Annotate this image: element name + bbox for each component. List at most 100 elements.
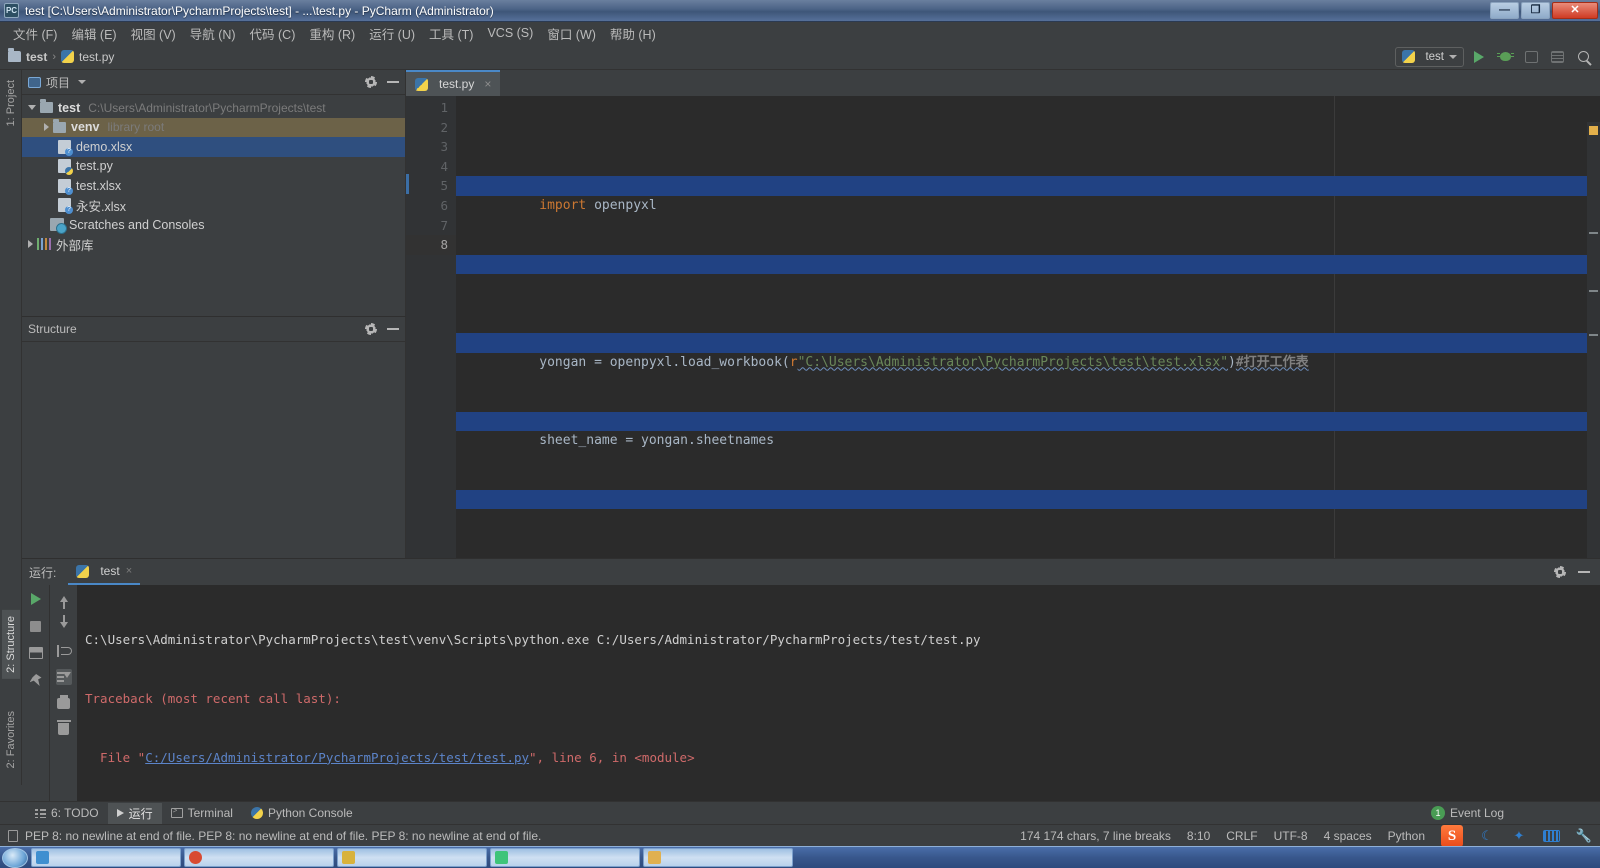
chevron-right-icon[interactable]: [44, 123, 49, 132]
run-window-header: 运行: test ×: [22, 559, 1600, 585]
code-token-raw-prefix: r: [789, 354, 798, 370]
run-coverage-button[interactable]: [1520, 47, 1542, 67]
minimize-button[interactable]: —: [1490, 2, 1519, 19]
stop-button[interactable]: [28, 618, 44, 634]
maximize-button[interactable]: ❐: [1521, 2, 1550, 19]
wrench-icon[interactable]: 🔧: [1576, 828, 1592, 844]
file-encoding[interactable]: UTF-8: [1274, 829, 1308, 843]
console-file-link[interactable]: C:/Users/Administrator/PycharmProjects/t…: [145, 750, 529, 765]
menu-refactor[interactable]: 重构 (R): [302, 22, 362, 45]
menu-run[interactable]: 运行 (U): [362, 22, 422, 45]
hide-icon[interactable]: [387, 328, 399, 330]
sogou-ime-icon[interactable]: S: [1441, 824, 1463, 847]
editor-marker-bar[interactable]: [1587, 122, 1600, 584]
tree-node-test[interactable]: test C:\Users\Administrator\PycharmProje…: [22, 98, 405, 118]
line-number: 3: [440, 139, 448, 155]
notification-icon[interactable]: [8, 829, 18, 842]
tree-node-scratches[interactable]: Scratches and Consoles: [22, 215, 405, 235]
tree-node-test-py[interactable]: test.py: [22, 157, 405, 177]
event-log-indicator[interactable]: 1 Event Log: [1430, 806, 1504, 820]
scroll-to-end-button[interactable]: [55, 669, 72, 685]
caret-position[interactable]: 8:10: [1187, 829, 1210, 843]
taskbar-item[interactable]: [337, 848, 487, 867]
run-actions-console: [49, 585, 77, 802]
run-configuration-selector[interactable]: test: [1395, 46, 1464, 67]
editor-tab-label: test.py: [439, 77, 475, 91]
editor-tab-test-py[interactable]: test.py ×: [406, 70, 501, 96]
chevron-down-icon[interactable]: [28, 105, 36, 111]
run-button[interactable]: [1468, 47, 1490, 67]
code-token-plain: yongan = openpyxl.load_workbook(: [539, 354, 790, 370]
sidebar-tab-structure[interactable]: 2: Structure: [2, 610, 20, 679]
sparkle-icon[interactable]: ✦: [1511, 828, 1527, 844]
chevron-right-icon[interactable]: [28, 240, 33, 249]
menu-tools[interactable]: 工具 (T): [422, 22, 480, 45]
pin-button[interactable]: [28, 672, 44, 688]
debug-button[interactable]: [1494, 47, 1516, 67]
keyboard-icon[interactable]: [1543, 829, 1560, 842]
menu-code[interactable]: 代码 (C): [243, 22, 303, 45]
moon-icon[interactable]: ☾: [1479, 828, 1495, 844]
line-number: 6: [440, 197, 448, 213]
run-tab-label: test: [100, 564, 120, 578]
pin-icon: [29, 674, 42, 686]
menu-vcs[interactable]: VCS (S): [480, 24, 540, 42]
menu-view[interactable]: 视图 (V): [124, 22, 183, 45]
line-separator[interactable]: CRLF: [1226, 829, 1257, 843]
stop-button[interactable]: [1546, 47, 1568, 67]
menu-file[interactable]: 文件 (F): [6, 22, 64, 45]
taskbar-item[interactable]: [184, 848, 334, 867]
breadcrumb-item-file[interactable]: test.py: [79, 50, 114, 64]
up-button[interactable]: [56, 591, 72, 609]
close-icon[interactable]: ×: [484, 77, 491, 91]
tab-python-console[interactable]: Python Console: [242, 804, 362, 822]
tree-node-venv[interactable]: venv library root: [22, 117, 405, 137]
soft-wrap-button[interactable]: [56, 643, 72, 659]
tab-todo[interactable]: 6: TODO: [26, 804, 108, 822]
gear-icon[interactable]: [1554, 566, 1566, 578]
breadcrumb-item-project[interactable]: test: [26, 50, 47, 64]
clear-all-button[interactable]: [56, 720, 72, 737]
layout-button[interactable]: [28, 645, 44, 661]
tree-node-demo-xlsx[interactable]: demo.xlsx: [22, 137, 405, 157]
up-arrow-icon: [59, 596, 68, 609]
sidebar-tab-project[interactable]: 1: Project: [2, 74, 20, 132]
taskbar-item[interactable]: [490, 848, 640, 867]
interpreter-label[interactable]: Python: [1388, 829, 1425, 843]
search-everywhere-button[interactable]: [1572, 47, 1594, 67]
tree-label: Scratches and Consoles: [69, 217, 205, 232]
close-icon[interactable]: ×: [126, 565, 132, 577]
hide-icon[interactable]: [387, 81, 399, 83]
indent-setting[interactable]: 4 spaces: [1324, 829, 1372, 843]
taskbar-item[interactable]: [31, 848, 181, 867]
menu-navigate[interactable]: 导航 (N): [183, 22, 243, 45]
gear-icon[interactable]: [365, 76, 377, 88]
code-text[interactable]: import openpyxl yongan = openpyxl.load_w…: [456, 96, 1600, 558]
tab-run[interactable]: 运行: [107, 802, 162, 824]
menu-help[interactable]: 帮助 (H): [603, 22, 663, 45]
tree-node-test-xlsx[interactable]: test.xlsx: [22, 176, 405, 196]
print-button[interactable]: [56, 694, 72, 711]
taskbar-item[interactable]: [643, 848, 793, 867]
gear-icon[interactable]: [365, 323, 377, 335]
rerun-button[interactable]: [28, 591, 44, 607]
console-command: C:\Users\Administrator\PycharmProjects\t…: [85, 632, 981, 648]
console-output[interactable]: C:\Users\Administrator\PycharmProjects\t…: [77, 585, 1600, 802]
start-button[interactable]: [2, 847, 28, 868]
menu-edit[interactable]: 编辑 (E): [64, 22, 123, 45]
layout-icon: [28, 647, 43, 659]
sidebar-tab-favorites[interactable]: 2: Favorites: [2, 705, 20, 774]
run-tab-test[interactable]: test ×: [68, 560, 141, 585]
close-button[interactable]: ✕: [1552, 2, 1598, 19]
down-button[interactable]: [56, 615, 72, 633]
chevron-down-icon[interactable]: [78, 80, 87, 84]
print-icon: [57, 694, 70, 709]
tab-terminal[interactable]: Terminal: [162, 804, 242, 822]
menu-window[interactable]: 窗口 (W): [540, 22, 603, 45]
warning-marker[interactable]: [1589, 126, 1598, 135]
debug-icon: [1496, 52, 1511, 61]
hide-icon[interactable]: [1578, 571, 1590, 573]
tree-node-external-libraries[interactable]: 外部库: [22, 235, 405, 255]
app-icon: [342, 851, 355, 864]
tree-node-yongan-xlsx[interactable]: 永安.xlsx: [22, 196, 405, 216]
